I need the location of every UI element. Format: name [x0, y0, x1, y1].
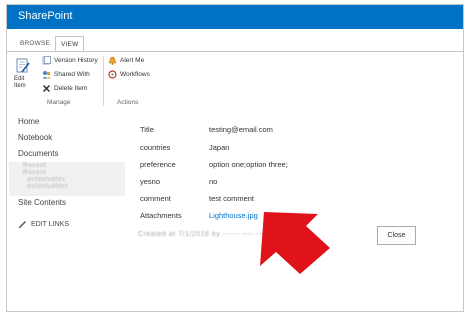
tab-view[interactable]: VIEW: [55, 36, 85, 51]
property-label-comment: comment: [140, 194, 171, 203]
edit-item-label: Edit Item: [14, 76, 34, 90]
attachment-link[interactable]: Lighthouse.jpg: [209, 211, 258, 220]
redacted-recent-3: dsfdsfsdfds: [27, 176, 66, 183]
workflows-button[interactable]: Workflows: [108, 69, 150, 80]
shared-with-icon: [42, 71, 51, 79]
nav-item-documents[interactable]: Documents: [18, 149, 58, 158]
property-value-countries: Japan: [209, 143, 230, 152]
workflows-icon: [108, 70, 117, 79]
version-history-icon: [42, 56, 51, 65]
pencil-icon: [18, 221, 26, 229]
version-history-button[interactable]: Version History: [42, 55, 98, 66]
red-arrow-annotation: [260, 212, 330, 274]
edit-item-button[interactable]: Edit Item: [12, 58, 34, 94]
property-value-title: testing@email.com: [209, 125, 273, 134]
brand-title[interactable]: SharePoint: [18, 10, 72, 22]
property-label-title: Title: [140, 125, 154, 134]
sharepoint-window: SharePoint BROWSE VIEW Edit Item Version…: [6, 4, 464, 312]
delete-icon: [42, 84, 51, 93]
ribbon-group-separator: [103, 56, 104, 106]
actions-group-label: Actions: [117, 99, 139, 106]
alert-me-button[interactable]: Alert Me: [108, 55, 144, 66]
suite-bar: SharePoint: [7, 5, 463, 29]
workflows-label: Workflows: [120, 71, 150, 78]
edit-item-label-line1: Edit: [14, 76, 25, 82]
edit-item-icon: [16, 58, 30, 73]
redacted-recent-1: Recent: [23, 162, 47, 169]
nav-item-notebook[interactable]: Notebook: [18, 133, 52, 142]
close-button[interactable]: Close: [377, 226, 416, 245]
nav-item-site-contents[interactable]: Site Contents: [18, 198, 66, 207]
property-label-attachments: Attachments: [140, 211, 182, 220]
alert-bell-icon: [108, 56, 117, 65]
edit-item-label-line2: Item: [14, 83, 26, 89]
ribbon-tabs: BROWSE VIEW: [7, 33, 463, 51]
property-value-preference: option one;option three;: [209, 160, 288, 169]
delete-item-button[interactable]: Delete Item: [42, 83, 87, 94]
shared-with-label: Shared With: [54, 71, 90, 78]
shared-with-button[interactable]: Shared With: [42, 69, 90, 80]
redacted-recent-4: dsfdsfsdfdsf: [27, 183, 68, 190]
ribbon: Edit Item Version History Shared With De…: [7, 52, 463, 108]
property-label-countries: countries: [140, 143, 171, 152]
nav-item-home[interactable]: Home: [18, 117, 39, 126]
edit-links-label: EDIT LINKS: [31, 221, 69, 228]
redacted-recent-2: Recent: [23, 169, 47, 176]
alert-me-label: Alert Me: [120, 57, 145, 64]
property-label-preference: preference: [140, 160, 176, 169]
property-value-yesno: no: [209, 177, 218, 186]
manage-group-label: Manage: [47, 99, 71, 106]
edit-links-button[interactable]: EDIT LINKS: [18, 220, 69, 229]
tab-browse[interactable]: BROWSE: [15, 36, 55, 51]
delete-item-label: Delete Item: [54, 85, 88, 92]
property-value-comment: test comment: [209, 194, 255, 203]
version-history-label: Version History: [54, 57, 98, 64]
property-label-yesno: yesno: [140, 177, 161, 186]
